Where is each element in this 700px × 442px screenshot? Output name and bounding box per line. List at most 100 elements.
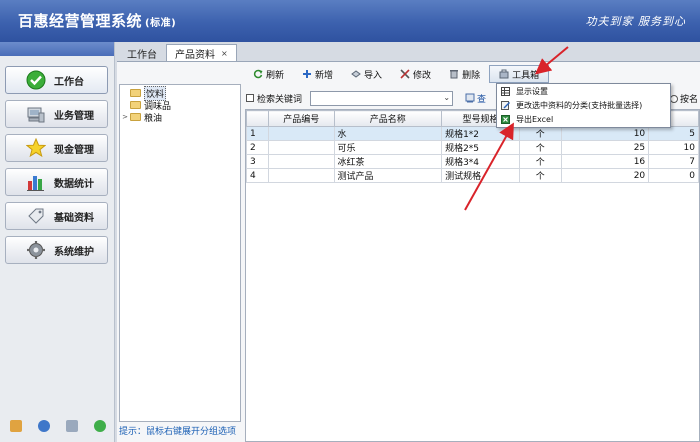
sidebar-item-cash[interactable]: 现金管理 xyxy=(5,134,108,162)
folder-icon xyxy=(130,113,141,121)
folder-icon xyxy=(130,101,141,109)
cell-qty: 20 xyxy=(560,168,650,183)
cell-name: 测试产品 xyxy=(333,168,443,183)
check-circle-icon xyxy=(26,70,46,90)
refresh-label: 刷新 xyxy=(266,70,285,81)
toolbox-button[interactable]: 工具箱 xyxy=(489,65,550,83)
excel-icon xyxy=(501,115,510,124)
info-icon[interactable] xyxy=(38,420,50,432)
tree-node-grain-oil[interactable]: > 粮油 xyxy=(120,111,240,124)
table-row[interactable]: 3 冰红茶 规格3*4 个 16 7 xyxy=(246,154,699,169)
column-header[interactable] xyxy=(246,110,269,127)
column-header[interactable]: 产品名称 xyxy=(333,110,443,127)
sidebar-item-business[interactable]: 业务管理 xyxy=(5,100,108,128)
cell-price: 7 xyxy=(648,154,699,169)
cell-code xyxy=(267,154,335,169)
row-index: 3 xyxy=(246,154,269,169)
tree-hint: 提示：鼠标右键展开分组选项 xyxy=(119,427,237,437)
tools-icon xyxy=(400,69,410,79)
search-button-label: 查 xyxy=(477,94,487,105)
chevron-down-icon[interactable]: ⌄ xyxy=(443,93,450,102)
close-icon[interactable]: × xyxy=(221,49,228,58)
menu-item-label: 更改选中资料的分类(支持批量选择) xyxy=(516,101,643,110)
keyword-checkbox[interactable] xyxy=(246,94,254,102)
menu-item-export-excel[interactable]: 导出Excel xyxy=(497,113,670,126)
cell-qty: 16 xyxy=(560,154,650,169)
sidebar-item-stats[interactable]: 数据统计 xyxy=(5,168,108,196)
search-button[interactable]: 查 xyxy=(465,92,486,105)
radio-label: 按名 xyxy=(680,95,699,105)
radio-icon xyxy=(670,94,678,103)
table-row[interactable]: 2 可乐 规格2*5 个 25 10 xyxy=(246,140,699,155)
sidebar: 工作台 业务管理 现金管理 数据统计 基础资料 系统维护 xyxy=(0,42,115,442)
cell-spec: 规格2*5 xyxy=(441,140,520,155)
keyword-combo[interactable]: ⌄ xyxy=(310,90,454,106)
delete-button[interactable]: 删除 xyxy=(440,65,489,83)
sidebar-top-band xyxy=(0,42,114,56)
menu-item-change-category[interactable]: 更改选中资料的分类(支持批量选择) xyxy=(497,99,670,112)
sidebar-item-maintenance[interactable]: 系统维护 xyxy=(5,236,108,264)
cell-price: 5 xyxy=(648,126,699,141)
table-row[interactable]: 1 水 规格1*2 个 10 5 xyxy=(246,126,699,141)
sidebar-item-label: 业务管理 xyxy=(54,110,94,122)
row-index: 1 xyxy=(246,126,269,141)
tab-label: 产品资料 xyxy=(175,50,215,61)
tree-node-label: 粮油 xyxy=(144,113,163,124)
tab-bar: 工作台 产品资料 × xyxy=(118,44,237,62)
toolbar: 刷新 新增 导入 修改 删除 工具箱 xyxy=(244,64,550,84)
window-icon[interactable] xyxy=(66,420,78,432)
cell-name: 水 xyxy=(333,126,443,141)
sidebar-item-label: 数据统计 xyxy=(54,178,94,190)
refresh-icon xyxy=(253,69,263,79)
cell-code xyxy=(267,168,335,183)
search-icon xyxy=(465,93,475,103)
sidebar-item-workbench[interactable]: 工作台 xyxy=(5,66,108,94)
app-title-text: 百惠经营管理系统 xyxy=(18,12,143,30)
column-header[interactable]: 产品编号 xyxy=(267,110,335,127)
expand-icon[interactable]: > xyxy=(120,113,130,121)
cell-spec: 规格3*4 xyxy=(441,154,520,169)
cell-spec: 规格1*2 xyxy=(441,126,520,141)
tree-node-seasoning[interactable]: 调味品 xyxy=(120,99,240,112)
gear-icon xyxy=(26,240,46,260)
app-header: 百惠经营管理系统 (标准) 功夫到家 服务到心 xyxy=(0,0,700,42)
tab-workbench[interactable]: 工作台 xyxy=(118,44,166,62)
sidebar-item-basic-data[interactable]: 基础资料 xyxy=(5,202,108,230)
sidebar-item-label: 系统维护 xyxy=(54,246,94,258)
computer-icon xyxy=(26,104,46,124)
note-icon[interactable] xyxy=(10,420,22,432)
keyword-checkbox-label: 检索关键词 xyxy=(257,94,303,105)
category-tree: 饮料 调味品 > 粮油 xyxy=(119,84,241,422)
menu-item-display-settings[interactable]: 显示设置 xyxy=(497,85,670,98)
app-edition: (标准) xyxy=(145,18,177,29)
cell-name: 可乐 xyxy=(333,140,443,155)
tab-product-info[interactable]: 产品资料 × xyxy=(166,44,237,62)
import-label: 导入 xyxy=(364,70,383,81)
star-icon xyxy=(26,138,46,158)
cell-unit: 个 xyxy=(518,126,562,141)
import-button[interactable]: 导入 xyxy=(342,65,391,83)
refresh-button[interactable]: 刷新 xyxy=(244,65,293,83)
cell-spec: 测试规格 xyxy=(441,168,520,183)
plus-icon xyxy=(303,70,312,78)
edit-button[interactable]: 修改 xyxy=(391,65,440,83)
cell-qty: 25 xyxy=(560,140,650,155)
search-row: 检索关键词 ⌄ 查 xyxy=(246,89,486,107)
table-row[interactable]: 4 测试产品 测试规格 个 20 0 xyxy=(246,168,699,183)
cell-price: 10 xyxy=(648,140,699,155)
edit-doc-icon xyxy=(501,101,510,110)
sort-by-name-radio[interactable]: 按名 xyxy=(670,92,698,105)
cell-name: 冰红茶 xyxy=(333,154,443,169)
tree-node-beverages[interactable]: 饮料 xyxy=(120,85,240,101)
cell-code xyxy=(267,140,335,155)
sidebar-item-label: 基础资料 xyxy=(54,212,94,224)
sidebar-item-label: 工作台 xyxy=(54,76,84,88)
row-index: 4 xyxy=(246,168,269,183)
toolbox-icon xyxy=(499,69,509,79)
cell-code xyxy=(267,126,335,141)
bar-chart-icon xyxy=(26,172,46,192)
grid-icon xyxy=(501,87,510,96)
add-button[interactable]: 新增 xyxy=(293,65,342,83)
power-icon[interactable] xyxy=(94,420,106,432)
delete-label: 删除 xyxy=(462,70,481,81)
